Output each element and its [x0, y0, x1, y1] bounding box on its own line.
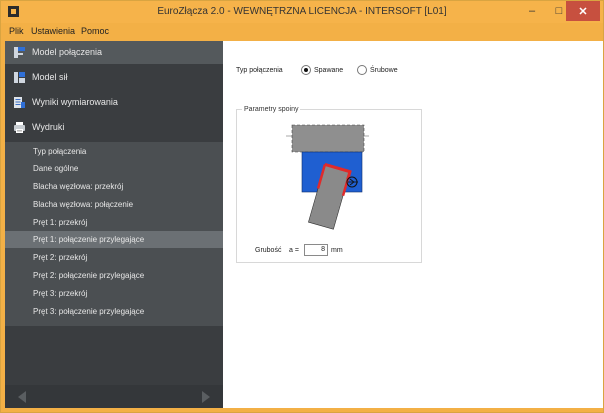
subnav-label: Dane ogólne	[33, 164, 79, 173]
subnav-item-selected[interactable]: Pręt 1: połączenie przylegające	[5, 231, 223, 248]
app-window: EuroZłącza 2.0 - WEWNĘTRZNA LICENCJA - I…	[0, 0, 604, 413]
back-arrow-icon[interactable]	[18, 391, 26, 403]
subnav-item[interactable]: Dane ogólne	[5, 160, 223, 177]
subnav-label: Pręt 3: połączenie przylegające	[33, 307, 145, 316]
printer-icon	[14, 122, 25, 133]
subnav-item[interactable]: Pręt 1: przekrój	[5, 214, 223, 231]
nav-results[interactable]: Wyniki wymiarowania	[5, 91, 223, 114]
thickness-unit: mm	[331, 247, 343, 254]
subnav-label: Pręt 3: przekrój	[33, 289, 88, 298]
menu-settings[interactable]: Ustawienia	[31, 26, 75, 36]
subnav-label: Pręt 2: przekrój	[33, 253, 88, 262]
subnav-item[interactable]: Pręt 2: przekrój	[5, 249, 223, 266]
connection-type-label: Typ połączenia	[236, 67, 283, 74]
window-title: EuroZłącza 2.0 - WEWNĘTRZNA LICENCJA - I…	[157, 6, 447, 17]
subnav-item[interactable]: Blacha węzłowa: połączenie	[5, 196, 223, 213]
nav-label: Wyniki wymiarowania	[32, 97, 118, 107]
forward-arrow-icon[interactable]	[202, 391, 210, 403]
subnav-label: Typ połączenia	[33, 147, 87, 156]
menu-help[interactable]: Pomoc	[81, 26, 109, 36]
radio-bolted-label: Śrubowe	[370, 67, 398, 74]
nav-force-model[interactable]: Model sił	[5, 66, 223, 89]
connection-model-icon	[14, 47, 25, 58]
subnav-item[interactable]: Pręt 2: połączenie przylegające	[5, 267, 223, 284]
minimize-button[interactable]: –	[519, 1, 545, 21]
menu-bar: Plik Ustawienia Pomoc	[1, 23, 603, 41]
subnav-label: Blacha węzłowa: połączenie	[33, 200, 134, 209]
subnav-list: Typ połączenia Dane ogólne Blacha węzłow…	[5, 142, 223, 326]
subnav-label: Pręt 1: przekrój	[33, 218, 88, 227]
subnav-item[interactable]: Pręt 3: przekrój	[5, 285, 223, 302]
nav-label: Wydruki	[32, 122, 65, 132]
nav-label: Model połączenia	[32, 47, 103, 57]
nav-printouts[interactable]: Wydruki	[5, 116, 223, 139]
sidebar: Model połączenia Model sił Wyniki wymiar…	[5, 41, 223, 408]
weld-parameters-group: Parametry spoiny Grubość a = 8 mm	[236, 106, 422, 263]
subnav-label: Pręt 2: połączenie przylegające	[33, 271, 145, 280]
close-button[interactable]: ✕	[566, 1, 600, 21]
menu-file[interactable]: Plik	[9, 26, 24, 36]
main-panel: Typ połączenia Spawane Śrubowe Parametry…	[223, 41, 603, 408]
title-bar: EuroZłącza 2.0 - WEWNĘTRZNA LICENCJA - I…	[1, 1, 603, 23]
thickness-label: Grubość	[255, 247, 282, 254]
force-model-icon	[14, 72, 25, 83]
a-label: a =	[289, 247, 299, 254]
nav-connection-model[interactable]: Model połączenia	[5, 41, 223, 64]
subnav-item[interactable]: Pręt 3: połączenie przylegające	[5, 303, 223, 320]
radio-welded[interactable]	[301, 65, 311, 75]
subnav-item[interactable]: Blacha węzłowa: przekrój	[5, 178, 223, 195]
radio-welded-label: Spawane	[314, 67, 344, 74]
radio-bolted[interactable]	[357, 65, 367, 75]
subnav-item[interactable]: Typ połączenia	[5, 143, 223, 160]
nav-label: Model sił	[32, 72, 68, 82]
subnav-label: Blacha węzłowa: przekrój	[33, 182, 124, 191]
subnav-label: Pręt 1: połączenie przylegające	[33, 235, 145, 244]
group-title: Parametry spoiny	[242, 106, 301, 113]
weld-diagram	[286, 124, 370, 232]
thickness-input[interactable]: 8	[304, 244, 328, 256]
results-icon	[14, 97, 25, 108]
sidebar-footer	[5, 385, 223, 408]
